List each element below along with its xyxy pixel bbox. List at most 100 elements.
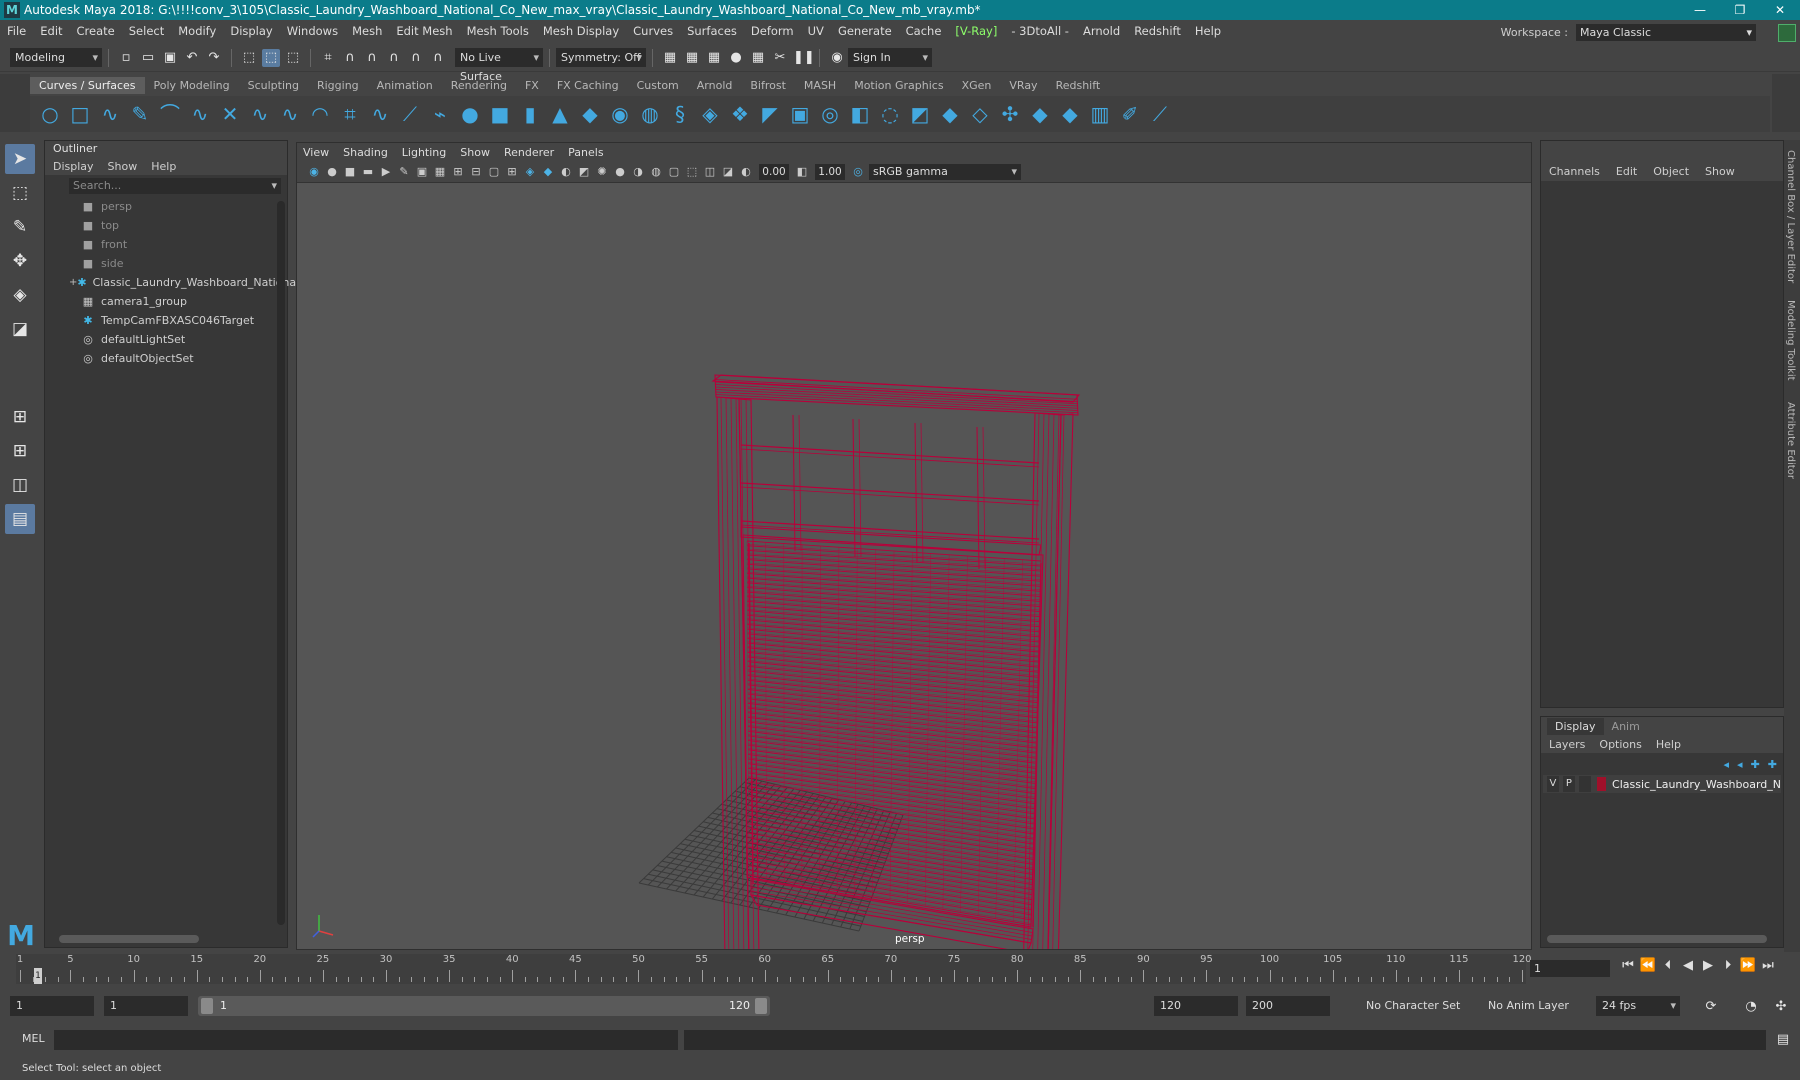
shelf-tab-fx-caching[interactable]: FX Caching	[548, 77, 628, 94]
menu-deform[interactable]: Deform	[744, 24, 801, 38]
workspace-dropdown[interactable]: Maya Classic	[1576, 24, 1756, 41]
menu-select[interactable]: Select	[122, 24, 171, 38]
grease-pencil-icon[interactable]: ✎	[397, 165, 411, 179]
menu-mesh-display[interactable]: Mesh Display	[536, 24, 626, 38]
bezier-curve-icon[interactable]: ∿	[188, 102, 212, 126]
current-frame-field[interactable]: 1	[1530, 960, 1610, 977]
xray-joints-icon[interactable]: ◪	[721, 165, 735, 179]
render-frame-icon[interactable]: ▦	[683, 49, 701, 67]
shelf-tab-poly-modeling[interactable]: Poly Modeling	[145, 77, 239, 94]
nurbs-circle-icon[interactable]: ○	[38, 102, 62, 126]
trim-icon[interactable]: ◌	[878, 102, 902, 126]
nurbs-torus-icon[interactable]: ◉	[608, 102, 632, 126]
outliner-item[interactable]: + ✱ Classic_Laundry_Washboard_Nationa	[45, 273, 296, 292]
maximize-icon[interactable]: ❐	[1720, 0, 1760, 20]
image-plane-icon[interactable]: ▬	[361, 165, 375, 179]
channel-menu-show[interactable]: Show	[1705, 165, 1735, 178]
range-slider[interactable]: 1 120	[198, 996, 770, 1016]
expand-icon[interactable]: +	[69, 277, 77, 288]
shelf-tab-curves-surfaces[interactable]: Curves / Surfaces	[30, 77, 145, 94]
new-layer-selected-icon[interactable]: ✚	[1768, 758, 1777, 771]
extrude-icon[interactable]: ❖	[728, 102, 752, 126]
menu-set-dropdown[interactable]: Modeling	[10, 48, 102, 67]
render-settings-icon[interactable]: ●	[727, 49, 745, 67]
untrim-icon[interactable]: ◩	[908, 102, 932, 126]
xray-icon[interactable]: ◫	[703, 165, 717, 179]
planar-icon[interactable]: ◈	[698, 102, 722, 126]
resolution-gate-icon[interactable]: ▦	[433, 165, 447, 179]
nurbs-cube-icon[interactable]: ■	[488, 102, 512, 126]
shelf-tab-fx[interactable]: FX	[516, 77, 548, 94]
layer-row[interactable]: V P Classic_Laundry_Washboard_N	[1543, 775, 1781, 793]
outliner-horizontal-scrollbar[interactable]	[59, 935, 199, 943]
shelf-tab-xgen[interactable]: XGen	[953, 77, 1001, 94]
select-hierarchy-icon[interactable]: ⬚	[240, 49, 258, 67]
menu-windows[interactable]: Windows	[280, 24, 345, 38]
play-backward-icon[interactable]: ◀	[1678, 958, 1698, 973]
snap-curve-icon[interactable]: ∩	[341, 49, 359, 67]
outliner-item[interactable]: ◎ defaultLightSet	[45, 330, 287, 349]
gamma-field[interactable]: 1.00	[815, 163, 845, 180]
two-view-icon[interactable]: ◫	[5, 470, 35, 500]
minimize-icon[interactable]: —	[1680, 0, 1720, 20]
attach-curves-icon[interactable]: ∿	[248, 102, 272, 126]
step-forward-frame-icon[interactable]: ⏵	[1718, 958, 1738, 973]
menu-uv[interactable]: UV	[801, 24, 831, 38]
layer-menu-help[interactable]: Help	[1656, 738, 1681, 751]
menu-file[interactable]: File	[0, 24, 33, 38]
menu-modify[interactable]: Modify	[171, 24, 223, 38]
step-back-frame-icon[interactable]: ⏴	[1658, 958, 1678, 973]
loft-icon[interactable]: §	[668, 102, 692, 126]
bookmark-icon[interactable]: ■	[343, 165, 357, 179]
exposure-field[interactable]: 0.00	[759, 163, 789, 180]
side-tab-attribute-editor[interactable]: Attribute Editor	[1785, 402, 1796, 479]
lock-icon[interactable]	[1778, 24, 1796, 42]
arc-icon[interactable]: ◠	[308, 102, 332, 126]
step-forward-key-icon[interactable]: ⏩	[1738, 958, 1758, 973]
outliner-layout-icon[interactable]: ▤	[5, 504, 35, 534]
preferences-icon[interactable]: ✣	[1772, 998, 1790, 1016]
range-end-handle[interactable]	[755, 998, 767, 1014]
wireframe-icon[interactable]: ◈	[523, 165, 537, 179]
shelf-options[interactable]	[0, 74, 30, 132]
menu-vray[interactable]: [V-Ray]	[948, 24, 1004, 38]
side-tab-modeling-toolkit[interactable]: Modeling Toolkit	[1785, 300, 1796, 381]
boundary-icon[interactable]: ◎	[818, 102, 842, 126]
viewport-menu-view[interactable]: View	[303, 146, 329, 159]
hypershade-icon[interactable]: ▦	[749, 49, 767, 67]
time-slider-track[interactable]: 1 1 5 10 15 20 25 30 35 40 45 50 55 60 65 70 75 80 85 90 95…	[16, 954, 1532, 984]
go-to-start-icon[interactable]: ⏮	[1618, 958, 1638, 973]
viewport-menu-panels[interactable]: Panels	[568, 146, 603, 159]
character-set-dropdown[interactable]: No Character Set	[1360, 996, 1474, 1016]
command-input[interactable]	[54, 1030, 678, 1050]
anim-layer-dropdown[interactable]: No Anim Layer	[1482, 996, 1582, 1016]
outliner-search-input[interactable]: Search...	[69, 178, 281, 194]
shelf-tab-animation[interactable]: Animation	[368, 77, 442, 94]
nurbs-square-icon[interactable]: □	[68, 102, 92, 126]
live-surface-field[interactable]: No Live Surface	[455, 48, 543, 83]
channel-menu-edit[interactable]: Edit	[1616, 165, 1637, 178]
bevel-plus-icon[interactable]: ▣	[788, 102, 812, 126]
detach-surfaces-icon[interactable]: ◆	[1058, 102, 1082, 126]
animation-end-field[interactable]: 200	[1246, 996, 1330, 1016]
textured-icon[interactable]: ◩	[577, 165, 591, 179]
menu-display[interactable]: Display	[223, 24, 279, 38]
layer-display-type[interactable]	[1578, 776, 1591, 792]
channel-menu-channels[interactable]: Channels	[1549, 165, 1600, 178]
outliner-menu-help[interactable]: Help	[151, 160, 176, 173]
menu-create[interactable]: Create	[70, 24, 122, 38]
menu-edit[interactable]: Edit	[33, 24, 69, 38]
lasso-tool-icon[interactable]: ⬚	[5, 178, 35, 208]
2d-pan-zoom-icon[interactable]: ▶	[379, 165, 393, 179]
shelf-tab-rendering[interactable]: Rendering	[442, 77, 516, 94]
close-icon[interactable]: ✕	[1760, 0, 1800, 20]
side-tab-channel-box[interactable]: Channel Box / Layer Editor	[1785, 150, 1796, 283]
outliner-item[interactable]: ■ front	[45, 235, 287, 254]
nurbs-plane-icon[interactable]: ◆	[578, 102, 602, 126]
attach-surfaces-icon[interactable]: ◆	[1028, 102, 1052, 126]
rotate-tool-icon[interactable]: ◈	[5, 280, 35, 310]
go-to-end-icon[interactable]: ⏭	[1758, 958, 1778, 973]
project-curve-icon[interactable]: ⌁	[428, 102, 452, 126]
cv-curve-icon[interactable]: ⌒	[158, 102, 182, 126]
select-camera-icon[interactable]: ◉	[307, 165, 321, 179]
